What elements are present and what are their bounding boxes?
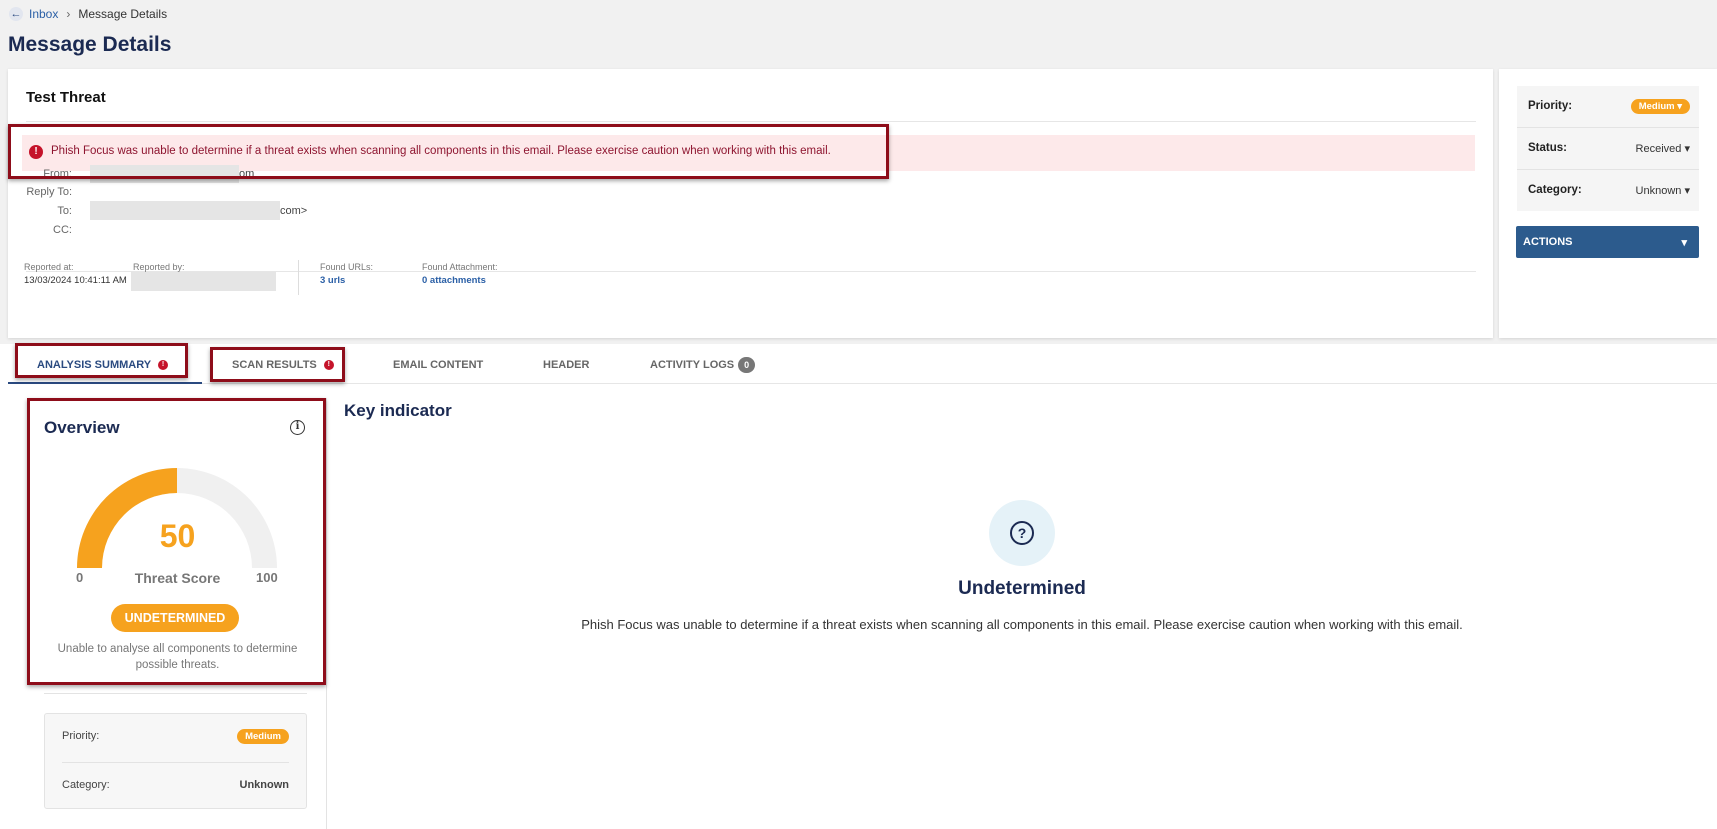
chevron-right-icon: › xyxy=(66,7,71,21)
status-label: Status: xyxy=(1528,142,1567,154)
overview-details: Priority: Medium Category: Unknown xyxy=(44,713,307,809)
divider xyxy=(44,693,307,694)
page-title: Message Details xyxy=(8,33,172,56)
tab-highlight-box xyxy=(210,347,345,382)
status-dropdown[interactable]: Received ▾ xyxy=(1636,142,1690,155)
cc-label: CC: xyxy=(53,224,72,236)
priority-row: Priority: Medium ▾ xyxy=(1528,86,1690,126)
tab-email-content[interactable]: EMAIL CONTENT xyxy=(393,346,483,384)
found-attachment-label: Found Attachment: xyxy=(422,262,498,272)
found-urls-label: Found URLs: xyxy=(320,262,374,272)
redacted-to xyxy=(90,201,280,220)
message-card: Test Threat From: om Reply To: To: com> … xyxy=(8,69,1493,338)
status-row: Status: Received ▾ xyxy=(1528,128,1690,168)
found-urls-link[interactable]: 3 urls xyxy=(320,275,345,286)
reported-at-value: 13/03/2024 10:41:11 AM xyxy=(24,275,127,286)
properties-list: Priority: Medium ▾ Status: Received ▾ Ca… xyxy=(1517,86,1699,211)
caret-down-icon: ▾ xyxy=(1677,100,1682,112)
breadcrumb: ← Inbox › Message Details xyxy=(9,7,167,21)
category-label: Category: xyxy=(1528,184,1582,196)
properties-panel: Priority: Medium ▾ Status: Received ▾ Ca… xyxy=(1499,69,1717,338)
found-attachment-link[interactable]: 0 attachments xyxy=(422,275,486,286)
overview-priority-row: Priority: Medium xyxy=(62,714,289,758)
divider xyxy=(26,121,1476,122)
reported-at-label: Reported at: xyxy=(24,262,74,272)
overview-category-value: Unknown xyxy=(239,779,290,791)
to-label: To: xyxy=(57,205,72,217)
overview-highlight-box xyxy=(27,398,326,685)
category-value: Unknown xyxy=(1635,184,1682,197)
category-row: Category: Unknown ▾ xyxy=(1528,170,1690,210)
active-tab-indicator xyxy=(8,382,202,384)
caret-down-icon: ▾ xyxy=(1684,184,1690,197)
reported-by-label: Reported by: xyxy=(133,262,185,272)
message-subject: Test Threat xyxy=(26,89,106,106)
caret-down-icon: ▾ xyxy=(1681,236,1687,249)
status-value: Received xyxy=(1635,142,1682,155)
priority-value: Medium xyxy=(1638,100,1675,112)
key-indicator-title: Key indicator xyxy=(344,401,452,420)
caret-down-icon: ▾ xyxy=(1684,142,1690,155)
tab-highlight-box xyxy=(15,343,188,378)
overview-category-row: Category: Unknown xyxy=(62,763,289,807)
alert-message: Phish Focus was unable to determine if a… xyxy=(51,145,831,157)
breadcrumb-inbox-link[interactable]: Inbox xyxy=(29,7,58,21)
alert-exclamation-icon: ! xyxy=(29,145,43,159)
actions-dropdown-button[interactable]: ACTIONS ▾ xyxy=(1516,226,1699,258)
actions-label: ACTIONS xyxy=(1523,236,1573,248)
to-value-tail: com> xyxy=(280,205,308,217)
tab-label: HEADER xyxy=(543,359,590,371)
divider xyxy=(298,260,299,295)
arrow-left-icon[interactable]: ← xyxy=(9,7,23,21)
redacted-reporter xyxy=(131,272,276,291)
priority-label: Priority: xyxy=(1528,100,1573,112)
question-circle-icon: ? xyxy=(989,500,1055,566)
reply-to-label: Reply To: xyxy=(26,186,72,198)
tab-activity-logs[interactable]: ACTIVITY LOGS 0 xyxy=(650,346,756,384)
question-mark-glyph: ? xyxy=(1010,521,1034,545)
priority-dropdown[interactable]: Medium ▾ xyxy=(1630,98,1690,114)
tab-label: ACTIVITY LOGS xyxy=(650,359,735,371)
overview-priority-badge: Medium xyxy=(237,728,289,744)
overview-priority-label: Priority: xyxy=(62,730,100,742)
overview-category-label: Category: xyxy=(62,779,110,791)
activity-count-badge: 0 xyxy=(738,357,756,373)
breadcrumb-current: Message Details xyxy=(78,7,168,21)
category-dropdown[interactable]: Unknown ▾ xyxy=(1636,184,1690,197)
tab-header[interactable]: HEADER xyxy=(543,346,589,384)
tab-label: EMAIL CONTENT xyxy=(393,359,484,371)
